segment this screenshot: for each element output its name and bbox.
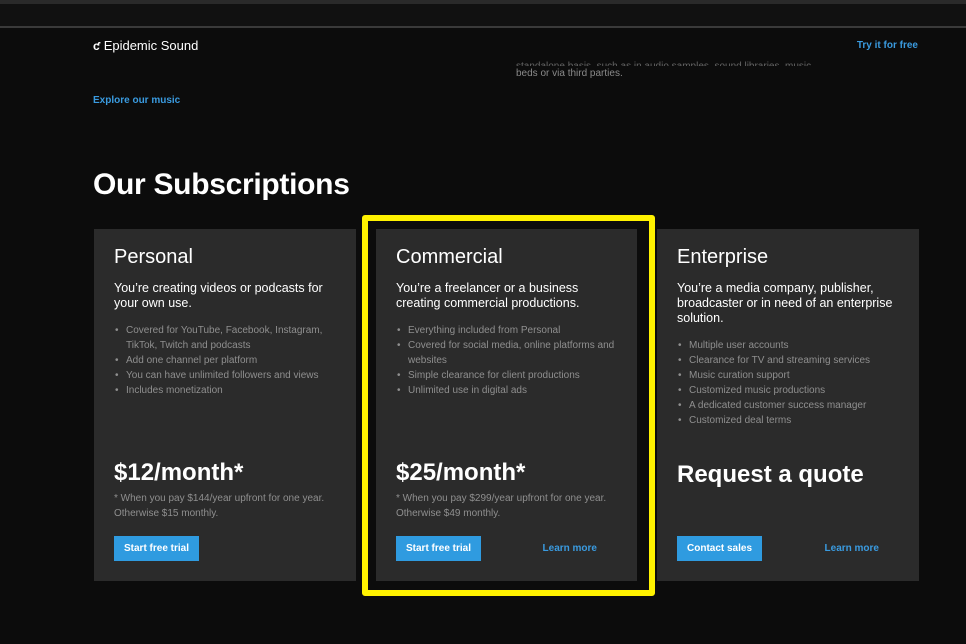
request-quote-heading: Request a quote — [677, 461, 864, 488]
price-block: $12/month* * When you pay $144/year upfr… — [114, 459, 338, 521]
feature-item: Multiple user accounts — [677, 338, 899, 353]
faded-line: beds or via third parties. — [516, 68, 623, 79]
feature-item: Clearance for TV and streaming services — [677, 353, 899, 368]
feature-item: Music curation support — [677, 368, 899, 383]
plan-title: Enterprise — [677, 246, 769, 268]
plan-description: You’re a freelancer or a business creati… — [396, 281, 580, 310]
epidemic-logo-icon: ƈ — [93, 38, 100, 53]
feature-item: You can have unlimited followers and vie… — [114, 368, 336, 383]
feature-item: Includes monetization — [114, 383, 336, 398]
faded-line: standalone basis, such as in audio sampl… — [516, 59, 846, 66]
price-note: * When you pay $144/year upfront for one… — [114, 493, 325, 519]
feature-item: Customized music productions — [677, 383, 899, 398]
feature-item: Everything included from Personal — [396, 323, 617, 338]
browser-top-bar — [0, 0, 966, 28]
feature-item: Add one channel per platform — [114, 353, 336, 368]
plan-price: $12/month* — [114, 459, 244, 486]
price-note: * When you pay $299/year upfront for one… — [396, 493, 607, 519]
plan-description: You’re a media company, publisher, broad… — [677, 281, 893, 325]
learn-more-link[interactable]: Learn more — [825, 543, 879, 554]
plan-card-personal: Personal You’re creating videos or podca… — [94, 229, 356, 581]
feature-item: Unlimited use in digital ads — [396, 383, 617, 398]
plan-description: You’re creating videos or podcasts for y… — [114, 281, 323, 310]
learn-more-link[interactable]: Learn more — [543, 543, 597, 554]
plan-price: $25/month* — [396, 459, 526, 486]
feature-item: Covered for social media, online platfor… — [396, 338, 617, 368]
partial-paragraph: standalone basis, such as in audio sampl… — [516, 59, 846, 81]
explore-music-link[interactable]: Explore our music — [93, 95, 180, 106]
section-title: Our Subscriptions — [93, 168, 350, 201]
plan-card-commercial: Commercial You’re a freelancer or a busi… — [376, 229, 637, 581]
feature-item: Customized deal terms — [677, 413, 899, 428]
plan-title: Commercial — [396, 246, 503, 268]
price-block: $25/month* * When you pay $299/year upfr… — [396, 459, 619, 521]
start-free-trial-button[interactable]: Start free trial — [114, 536, 200, 561]
feature-item: Simple clearance for client productions — [396, 368, 617, 383]
plan-card-enterprise: Enterprise You’re a media company, publi… — [657, 229, 919, 581]
logo-text: Epidemic Sound — [103, 38, 199, 53]
contact-sales-button[interactable]: Contact sales — [677, 536, 763, 561]
feature-item: Covered for YouTube, Facebook, Instagram… — [114, 323, 336, 353]
start-free-trial-button[interactable]: Start free trial — [396, 536, 482, 561]
plan-title: Personal — [114, 246, 193, 268]
logo[interactable]: ƈ Epidemic Sound — [93, 38, 198, 53]
feature-list: Covered for YouTube, Facebook, Instagram… — [114, 323, 336, 398]
try-free-link[interactable]: Try it for free — [857, 40, 918, 51]
feature-item: A dedicated customer success manager — [677, 398, 899, 413]
feature-list: Everything included from Personal Covere… — [396, 323, 617, 398]
feature-list: Multiple user accounts Clearance for TV … — [677, 338, 899, 428]
